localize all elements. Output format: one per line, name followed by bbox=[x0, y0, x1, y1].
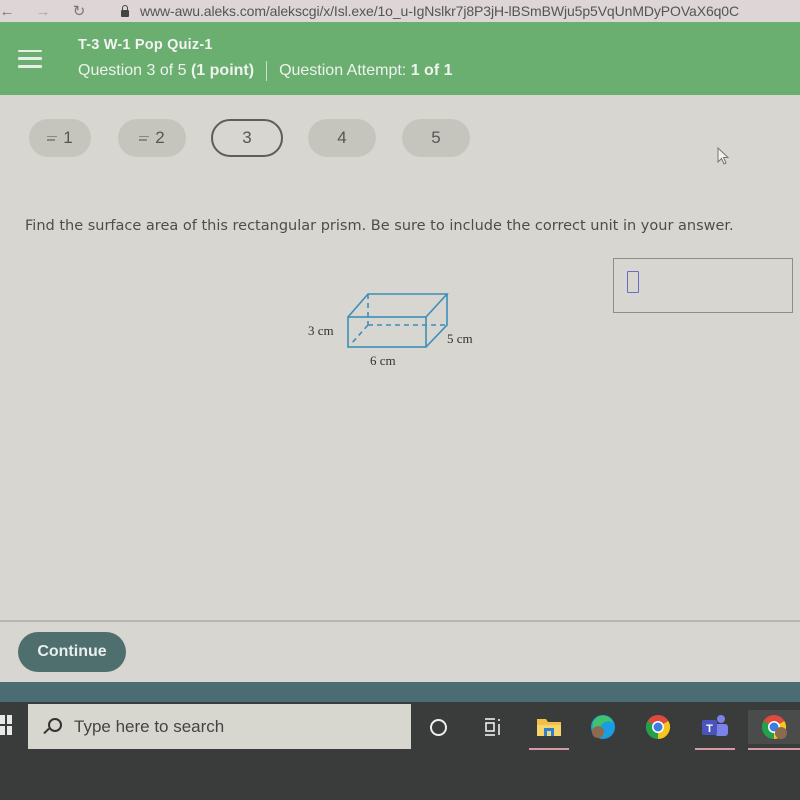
prism-right-face bbox=[425, 294, 448, 348]
quiz-info: T-3 W-1 Pop Quiz-1 Question 3 of 5 (1 po… bbox=[78, 37, 453, 81]
question-nav-3-current[interactable]: 3 bbox=[211, 119, 283, 157]
answered-icon bbox=[47, 134, 58, 143]
question-progress: Question 3 of 5 bbox=[78, 61, 187, 79]
length-label: 6 cm bbox=[370, 353, 396, 368]
chrome-button[interactable] bbox=[638, 710, 678, 744]
back-arrow-icon[interactable]: ← bbox=[0, 0, 18, 22]
question-nav-label: 5 bbox=[431, 128, 441, 147]
windows-start-icon[interactable] bbox=[0, 715, 12, 735]
quiz-title: T-3 W-1 Pop Quiz-1 bbox=[78, 36, 213, 53]
question-navigation: 1 2 3 4 5 bbox=[0, 95, 800, 190]
chrome-icon bbox=[761, 715, 787, 739]
answer-input-caret[interactable] bbox=[627, 271, 639, 293]
task-view-button[interactable] bbox=[474, 710, 514, 744]
header-divider bbox=[266, 60, 268, 81]
prism-top-face bbox=[347, 293, 449, 318]
question-points: (1 point) bbox=[190, 61, 255, 79]
question-nav-label: 1 bbox=[63, 128, 73, 147]
running-indicator bbox=[748, 748, 800, 750]
attempt-label: Question Attempt: bbox=[279, 61, 407, 79]
answer-input[interactable] bbox=[613, 258, 793, 313]
prism-hidden-edges bbox=[351, 294, 447, 344]
address-bar-url[interactable]: www-awu.aleks.com/alekscgi/x/Isl.exe/1o_… bbox=[140, 3, 739, 19]
circle-icon bbox=[429, 718, 447, 736]
rectangular-prism-figure: 3 cm 5 cm 6 cm bbox=[308, 293, 473, 368]
question-nav-label: 3 bbox=[242, 128, 252, 147]
quiz-meta: Question 3 of 5 (1 point) Question Attem… bbox=[78, 60, 453, 81]
teams-icon: T bbox=[702, 715, 728, 736]
question-prompt: Find the surface area of this rectangula… bbox=[25, 218, 734, 234]
chrome-icon bbox=[645, 715, 671, 739]
depth-label: 5 cm bbox=[447, 331, 473, 346]
teams-button[interactable]: T bbox=[695, 710, 735, 750]
edge-icon bbox=[591, 715, 615, 739]
windows-taskbar: Type here to search T bbox=[0, 702, 800, 800]
question-nav-label: 2 bbox=[155, 128, 165, 147]
chrome-profile-button[interactable] bbox=[748, 710, 800, 750]
forward-arrow-icon[interactable]: → bbox=[32, 0, 54, 22]
lock-icon[interactable] bbox=[120, 5, 130, 17]
folder-icon bbox=[537, 719, 561, 736]
search-icon bbox=[42, 717, 62, 737]
task-view-icon bbox=[485, 718, 500, 736]
quiz-header: T-3 W-1 Pop Quiz-1 Question 3 of 5 (1 po… bbox=[0, 22, 800, 95]
browser-toolbar: ← → ↻ www-awu.aleks.com/alekscgi/x/Isl.e… bbox=[0, 0, 800, 22]
cortana-button[interactable] bbox=[418, 710, 458, 744]
height-label: 3 cm bbox=[308, 323, 334, 338]
quiz-footer: Continue bbox=[0, 620, 800, 682]
screen: ← → ↻ www-awu.aleks.com/alekscgi/x/Isl.e… bbox=[0, 0, 800, 800]
screen-bezel-strip bbox=[0, 682, 800, 702]
reload-icon[interactable]: ↻ bbox=[68, 0, 90, 22]
edge-button[interactable] bbox=[583, 710, 623, 744]
prism-front-face bbox=[347, 316, 427, 348]
mouse-cursor-icon bbox=[717, 147, 730, 165]
search-placeholder: Type here to search bbox=[74, 716, 225, 736]
svg-text:T: T bbox=[706, 723, 713, 735]
question-panel: Find the surface area of this rectangula… bbox=[0, 190, 800, 620]
question-nav-label: 4 bbox=[337, 128, 347, 147]
running-indicator bbox=[695, 748, 735, 750]
answered-icon bbox=[139, 134, 150, 143]
taskbar-search-box[interactable]: Type here to search bbox=[28, 704, 411, 749]
attempt-value: 1 of 1 bbox=[410, 61, 453, 79]
file-explorer-button[interactable] bbox=[529, 710, 569, 750]
menu-icon[interactable] bbox=[18, 49, 42, 68]
running-indicator bbox=[529, 748, 569, 750]
question-nav-1[interactable]: 1 bbox=[29, 119, 91, 157]
question-nav-4[interactable]: 4 bbox=[308, 119, 376, 157]
question-nav-2[interactable]: 2 bbox=[118, 119, 186, 157]
question-nav-5[interactable]: 5 bbox=[402, 119, 470, 157]
continue-button[interactable]: Continue bbox=[18, 632, 126, 672]
